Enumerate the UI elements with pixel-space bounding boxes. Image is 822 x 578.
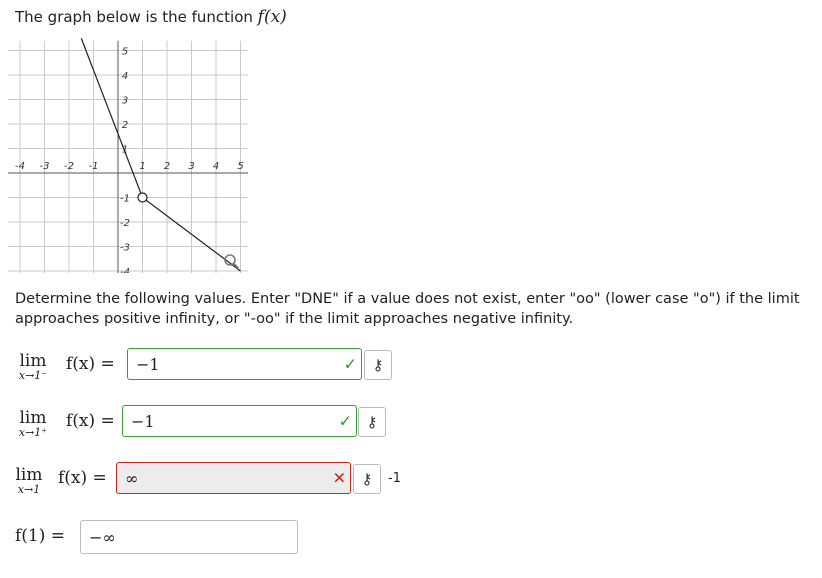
x-tick-label: -4 bbox=[15, 161, 25, 172]
y-tick-label: -3 bbox=[120, 243, 130, 254]
key-icon[interactable]: ⚷ bbox=[364, 350, 392, 380]
x-tick-label: -2 bbox=[64, 161, 74, 172]
limit-subscript: x→1⁺ bbox=[18, 426, 48, 439]
limit-expression: f(x) = bbox=[66, 354, 115, 374]
limit-subscript: x→1⁻ bbox=[18, 369, 48, 382]
instructions-text: Determine the following values. Enter "D… bbox=[15, 291, 800, 327]
limit-operator: lim x→1 bbox=[12, 466, 46, 496]
limit-expression: f(x) = bbox=[58, 468, 107, 488]
question-intro: The graph below is the function f(x) bbox=[15, 7, 287, 27]
x-tick-label: -3 bbox=[40, 161, 50, 172]
x-tick-label: 1 bbox=[139, 161, 145, 172]
x-tick-label: 4 bbox=[213, 161, 219, 172]
open-circle bbox=[137, 192, 148, 203]
limit-subscript: x→1 bbox=[17, 483, 41, 496]
y-tick-label: 4 bbox=[122, 71, 128, 82]
checkmark-icon: ✓ bbox=[343, 354, 357, 374]
limit-word: lim bbox=[15, 465, 43, 485]
x-tick-label: 2 bbox=[164, 161, 170, 172]
y-tick-label: -2 bbox=[120, 218, 130, 229]
answer-value: −1 bbox=[136, 354, 160, 374]
y-tick-label: 3 bbox=[122, 96, 128, 107]
x-tick-label: 3 bbox=[188, 161, 194, 172]
cross-icon: ✕ bbox=[332, 468, 346, 488]
limit-operator: lim x→1⁻ bbox=[16, 352, 50, 382]
y-tick-label: 5 bbox=[122, 47, 128, 58]
intro-function: f(x) bbox=[257, 7, 287, 27]
checkmark-icon: ✓ bbox=[338, 411, 352, 431]
answer-value: −1 bbox=[131, 411, 155, 431]
y-tick-label: 2 bbox=[122, 120, 128, 131]
function-value-label: f(1) = bbox=[15, 526, 66, 546]
function-graph: -5-4-3-2-11234554321-1-2-3-4-5 bbox=[8, 38, 248, 273]
key-icon[interactable]: ⚷ bbox=[353, 464, 381, 494]
limit-operator: lim x→1⁺ bbox=[16, 409, 50, 439]
function-value-answer-field[interactable]: −∞ bbox=[80, 520, 298, 554]
limit-word: lim bbox=[19, 408, 47, 428]
two-sided-limit-answer-field[interactable]: ∞ ✕ bbox=[116, 462, 351, 494]
left-limit-answer-field[interactable]: −1 ✓ bbox=[127, 348, 362, 380]
right-limit-answer-field[interactable]: −1 ✓ bbox=[122, 405, 357, 437]
function-curve bbox=[80, 38, 144, 198]
x-tick-label: -1 bbox=[89, 161, 99, 172]
answer-value: −∞ bbox=[89, 527, 116, 547]
score-delta: -1 bbox=[388, 471, 401, 486]
answer-value: ∞ bbox=[125, 468, 139, 488]
y-tick-label: -1 bbox=[120, 194, 130, 205]
limit-word: lim bbox=[19, 351, 47, 371]
limit-expression: f(x) = bbox=[66, 411, 115, 431]
y-tick-label: -4 bbox=[120, 267, 130, 273]
key-icon[interactable]: ⚷ bbox=[358, 407, 386, 437]
intro-text: The graph below is the function bbox=[15, 8, 258, 26]
x-tick-label: 5 bbox=[237, 161, 243, 172]
